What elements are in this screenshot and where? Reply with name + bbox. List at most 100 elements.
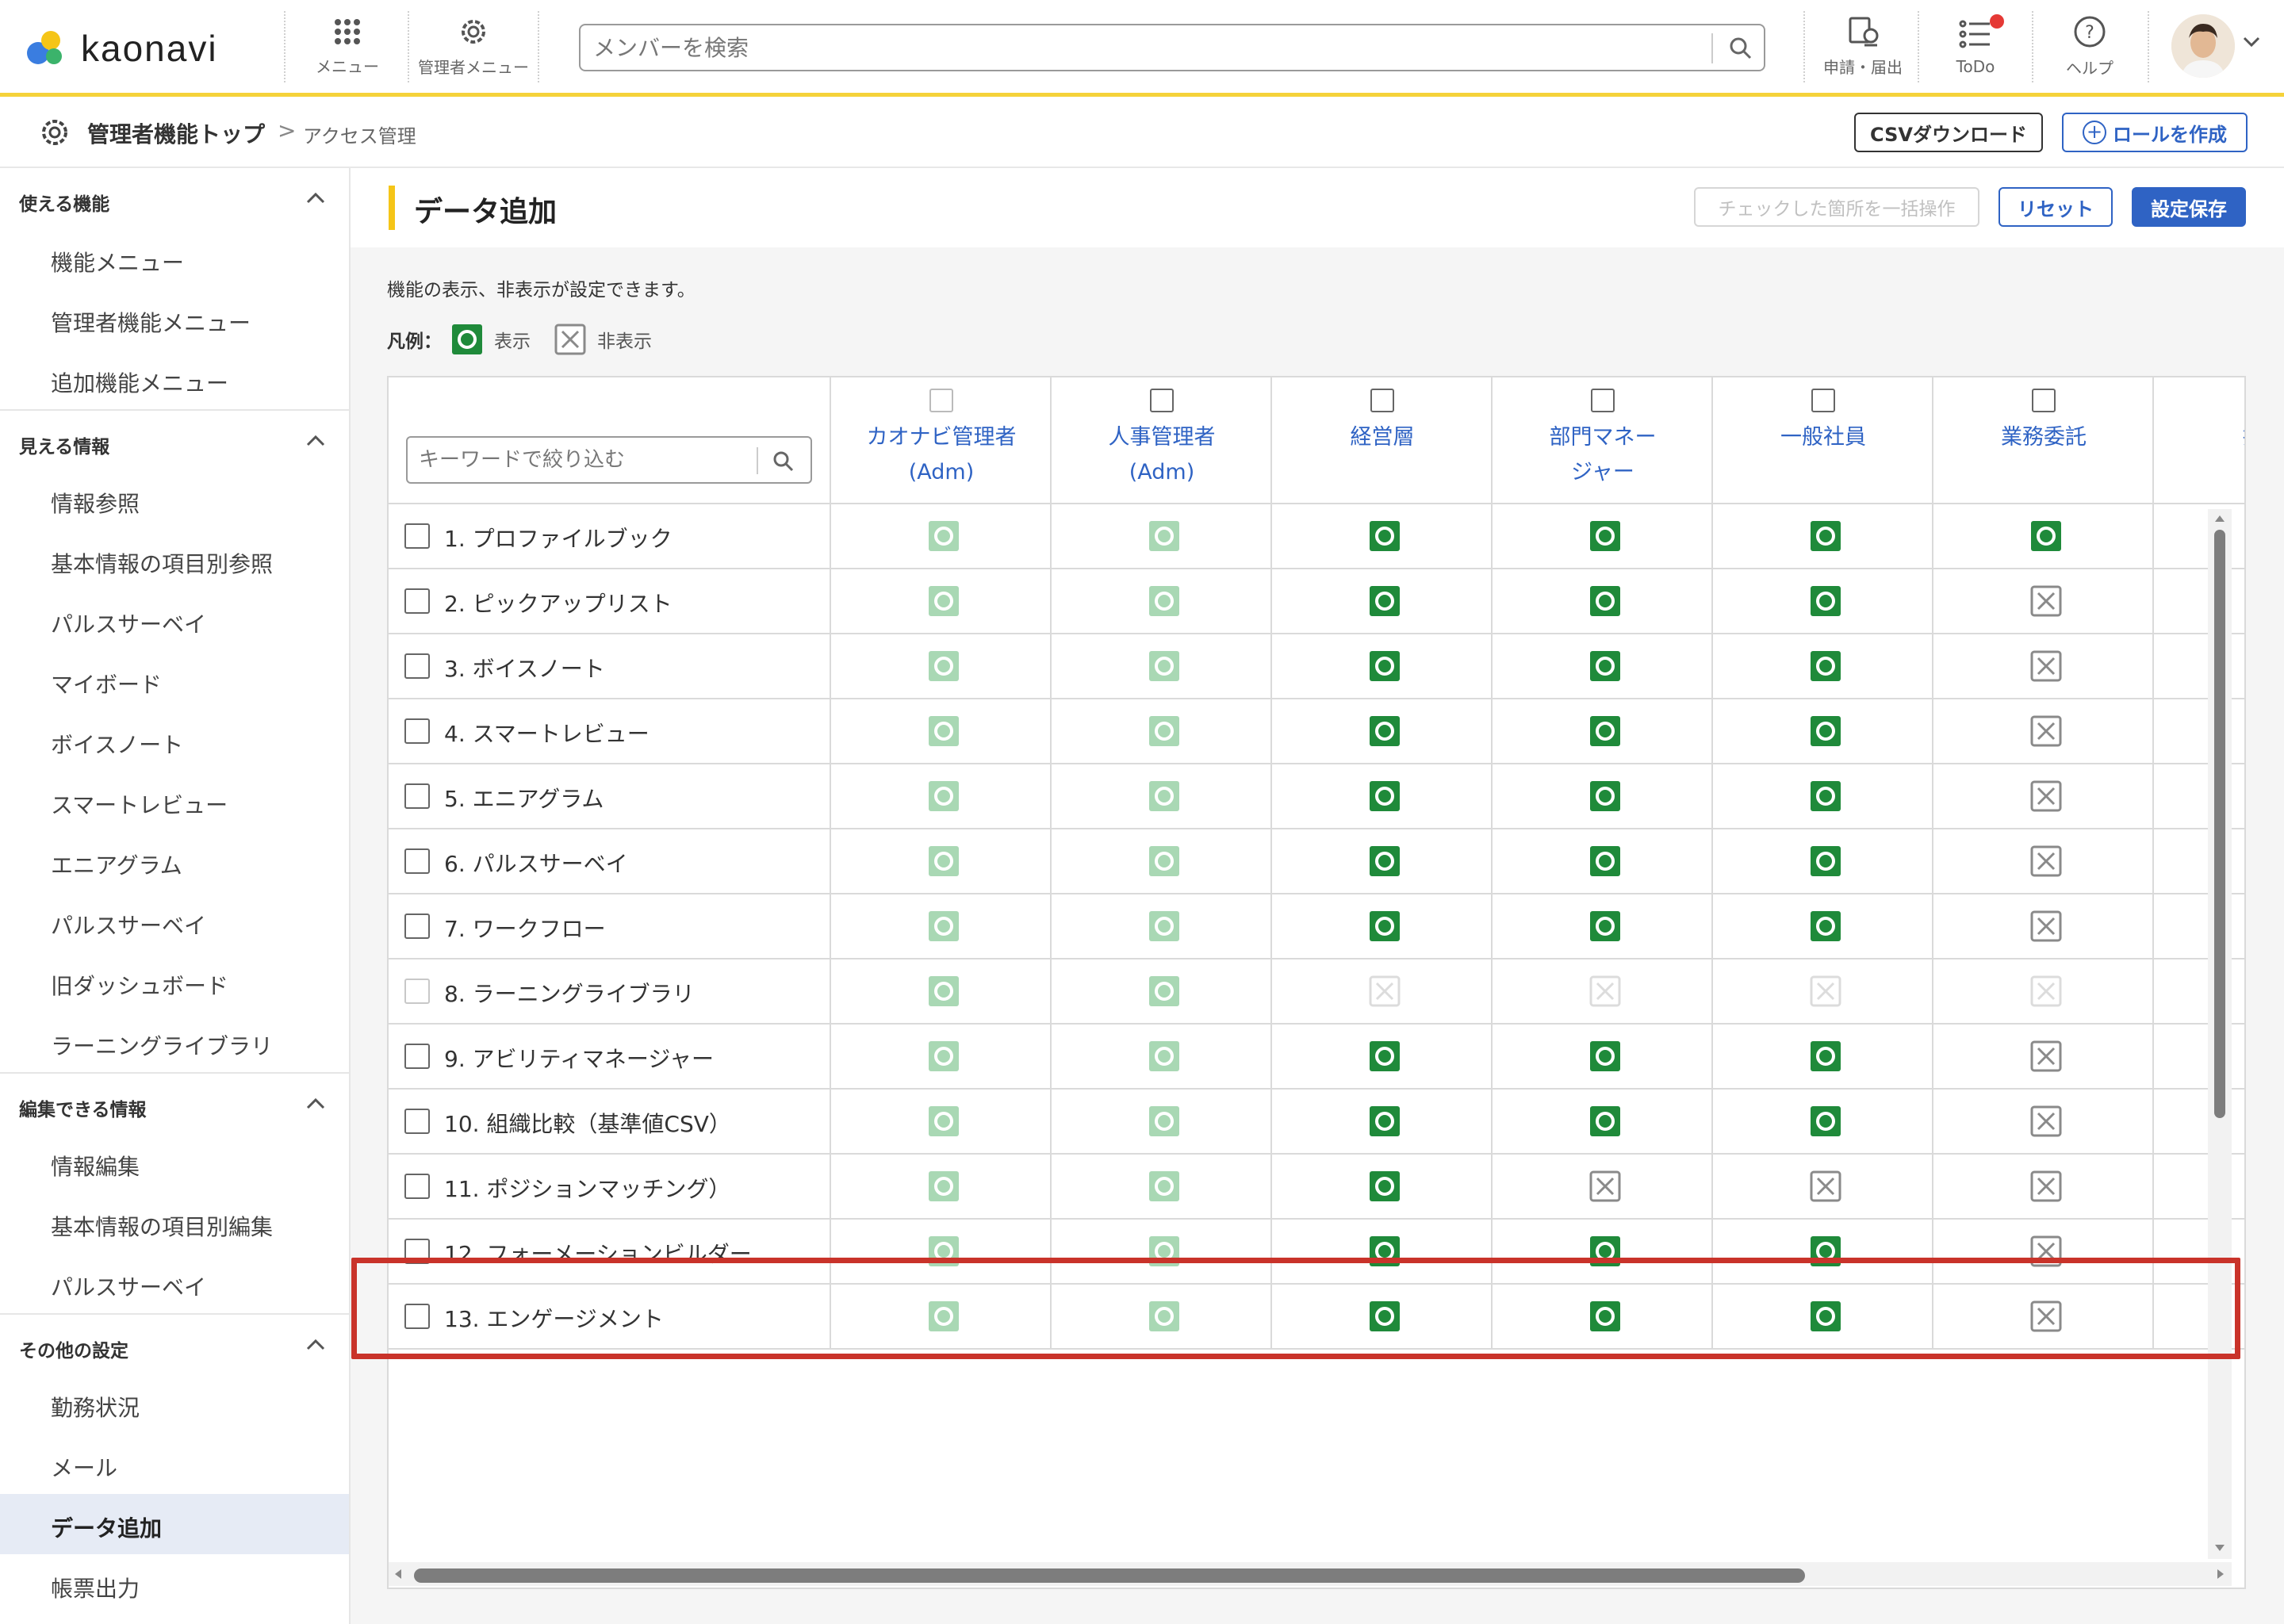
menu-button[interactable]: メニュー — [300, 0, 395, 93]
scroll-down-icon[interactable] — [2214, 1543, 2225, 1553]
role-name-link[interactable]: 採用 — [2154, 420, 2244, 455]
role-name-link[interactable]: 経営層 — [1272, 420, 1493, 455]
row-select-checkbox[interactable] — [404, 1044, 430, 1069]
show-mark-icon[interactable] — [1589, 715, 1621, 747]
sidebar-item[interactable]: 勤務状況 — [0, 1373, 349, 1434]
apply-button[interactable]: 申請・届出 — [1811, 0, 1914, 93]
role-name-link[interactable]: 業務委託 — [1933, 420, 2154, 455]
role-name-link[interactable]: 部門マネー ジャー — [1493, 420, 1713, 490]
sidebar-item[interactable]: 追加機能メニュー — [0, 349, 349, 409]
row-select-checkbox[interactable] — [404, 1174, 430, 1199]
sidebar-item[interactable]: パルスサーベイ — [0, 891, 349, 952]
show-mark-icon[interactable] — [1810, 1105, 1841, 1137]
sidebar-item[interactable]: 旧ダッシュボード — [0, 952, 349, 1012]
member-search[interactable] — [579, 24, 1765, 71]
sidebar-item[interactable]: 情報編集 — [0, 1132, 349, 1193]
admin-menu-button[interactable]: 管理者メニュー — [414, 0, 533, 93]
chevron-down-icon[interactable] — [2243, 36, 2260, 48]
create-role-button[interactable]: + ロールを作成 — [2062, 113, 2248, 152]
hide-mark-icon[interactable] — [2030, 1235, 2062, 1267]
show-mark-icon[interactable] — [1589, 1105, 1621, 1137]
show-mark-icon[interactable] — [1589, 780, 1621, 812]
row-select-checkbox[interactable] — [404, 718, 430, 744]
show-mark-icon[interactable] — [1369, 845, 1401, 877]
column-select-checkbox[interactable] — [2032, 389, 2056, 412]
search-icon[interactable] — [1727, 35, 1754, 62]
row-select-checkbox[interactable] — [404, 653, 430, 679]
hide-mark-icon[interactable] — [2030, 715, 2062, 747]
show-mark-icon[interactable] — [1369, 715, 1401, 747]
sidebar-item[interactable]: 帳票出力 — [0, 1554, 349, 1614]
show-mark-icon[interactable] — [1810, 780, 1841, 812]
hide-mark-icon[interactable] — [2030, 1105, 2062, 1137]
show-mark-icon[interactable] — [1369, 1105, 1401, 1137]
sidebar-item[interactable]: メール — [0, 1434, 349, 1494]
show-mark-icon[interactable] — [1810, 520, 1841, 552]
kaonavi-logo[interactable]: kaonavi — [24, 22, 218, 75]
show-mark-icon[interactable] — [2030, 520, 2062, 552]
scroll-left-icon[interactable] — [393, 1568, 403, 1580]
todo-button[interactable]: ToDo — [1924, 0, 2027, 93]
sidebar-item[interactable]: 基本情報の項目別参照 — [0, 530, 349, 590]
horizontal-scrollbar[interactable] — [389, 1562, 2232, 1586]
sidebar-section-header[interactable]: 使える機能 — [0, 168, 349, 228]
show-mark-icon[interactable] — [1369, 1235, 1401, 1267]
sidebar-item[interactable]: 機能メニュー — [0, 228, 349, 289]
show-mark-icon[interactable] — [1369, 585, 1401, 617]
show-mark-icon[interactable] — [1810, 715, 1841, 747]
chevron-up-icon[interactable] — [306, 192, 325, 205]
csv-download-button[interactable]: CSVダウンロード — [1854, 113, 2043, 152]
show-mark-icon[interactable] — [1810, 910, 1841, 942]
chevron-up-icon[interactable] — [306, 435, 325, 447]
sidebar-item[interactable]: ラーニングライブラリ — [0, 1012, 349, 1072]
member-search-input[interactable] — [593, 25, 1688, 70]
show-mark-icon[interactable] — [1810, 585, 1841, 617]
sidebar-item[interactable]: 管理者機能メニュー — [0, 289, 349, 349]
hide-mark-icon[interactable] — [2030, 780, 2062, 812]
show-mark-icon[interactable] — [1810, 845, 1841, 877]
scroll-up-icon[interactable] — [2214, 514, 2225, 523]
reset-button[interactable]: リセット — [1998, 187, 2113, 227]
hide-mark-icon[interactable] — [2030, 1170, 2062, 1202]
hide-mark-icon[interactable] — [1589, 1170, 1621, 1202]
sidebar-item[interactable]: スマートレビュー — [0, 771, 349, 831]
hide-mark-icon[interactable] — [2030, 650, 2062, 682]
hide-mark-icon[interactable] — [1810, 1170, 1841, 1202]
bulk-operation-button[interactable]: チェックした箇所を一括操作 — [1694, 187, 1979, 227]
sidebar-item[interactable]: ボイスノート — [0, 710, 349, 771]
show-mark-icon[interactable] — [1369, 780, 1401, 812]
vertical-scroll-thumb[interactable] — [2214, 530, 2225, 1118]
column-select-checkbox[interactable] — [1150, 389, 1174, 412]
sidebar-section-header[interactable]: 編集できる情報 — [0, 1072, 349, 1132]
keyword-filter[interactable] — [406, 436, 812, 484]
save-settings-button[interactable]: 設定保存 — [2132, 187, 2246, 227]
row-select-checkbox[interactable] — [404, 1304, 430, 1329]
row-select-checkbox[interactable] — [404, 848, 430, 874]
row-select-checkbox[interactable] — [404, 1239, 430, 1264]
sidebar-item[interactable]: パルスサーベイ — [0, 590, 349, 650]
show-mark-icon[interactable] — [1589, 585, 1621, 617]
help-button[interactable]: ? ヘルプ — [2038, 0, 2141, 93]
breadcrumb-root-link[interactable]: 管理者機能トップ — [87, 117, 265, 149]
sidebar-section-header[interactable]: その他の設定 — [0, 1313, 349, 1373]
row-select-checkbox[interactable] — [404, 588, 430, 614]
show-mark-icon[interactable] — [1810, 650, 1841, 682]
sidebar-item[interactable]: データ追加 — [0, 1494, 349, 1554]
hide-mark-icon[interactable] — [2030, 585, 2062, 617]
row-select-checkbox[interactable] — [404, 914, 430, 939]
show-mark-icon[interactable] — [1589, 650, 1621, 682]
sidebar-item[interactable]: パルスサーベイ — [0, 1253, 349, 1313]
sidebar-item[interactable]: 情報参照 — [0, 469, 349, 530]
hide-mark-icon[interactable] — [2030, 1300, 2062, 1332]
hide-mark-icon[interactable] — [2030, 910, 2062, 942]
vertical-scrollbar[interactable] — [2208, 509, 2232, 1559]
column-select-checkbox[interactable] — [1811, 389, 1835, 412]
show-mark-icon[interactable] — [1369, 520, 1401, 552]
sidebar-item[interactable]: エニアグラム — [0, 831, 349, 891]
chevron-up-icon[interactable] — [306, 1339, 325, 1351]
row-select-checkbox[interactable] — [404, 1109, 430, 1134]
sidebar-item[interactable]: 基本情報の項目別編集 — [0, 1193, 349, 1253]
show-mark-icon[interactable] — [1589, 910, 1621, 942]
row-select-checkbox[interactable] — [404, 523, 430, 549]
show-mark-icon[interactable] — [1369, 1170, 1401, 1202]
